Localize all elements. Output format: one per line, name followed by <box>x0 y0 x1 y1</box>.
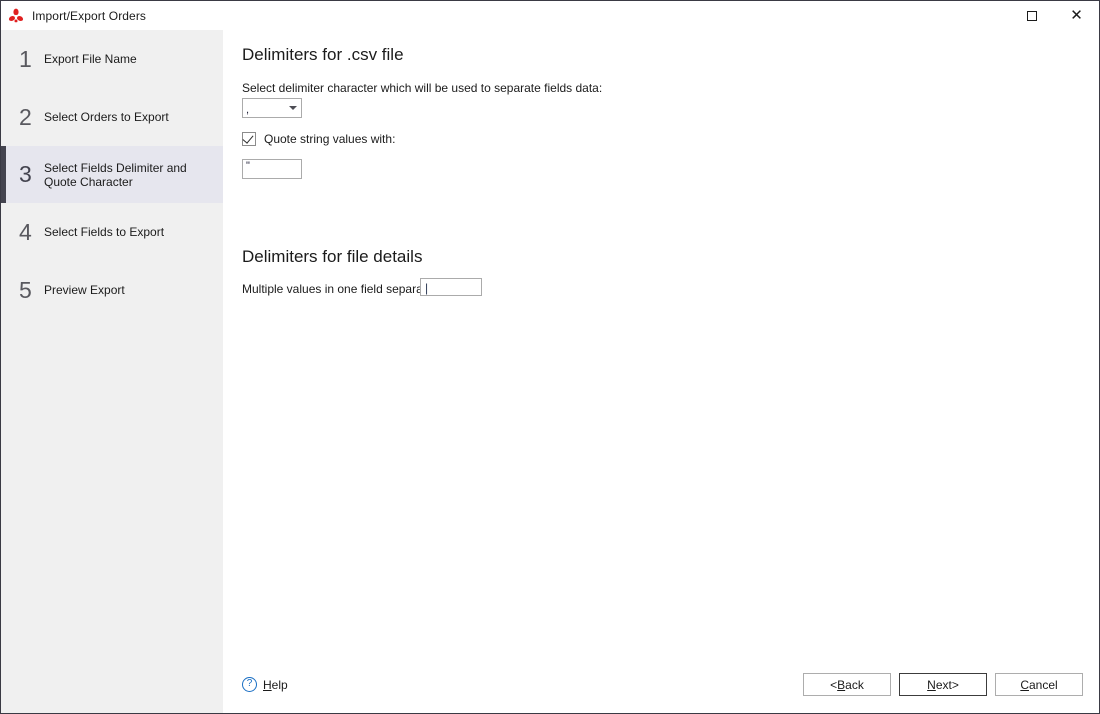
chevron-down-icon <box>285 99 301 117</box>
csv-section-heading: Delimiters for .csv file <box>242 45 404 64</box>
sidebar-item-preview-export[interactable]: 5 Preview Export <box>1 261 223 319</box>
sidebar-item-select-fields-delimiter-and-quote-character[interactable]: 3 Select Fields Delimiter and Quote Char… <box>1 146 223 203</box>
step-label: Select Fields to Export <box>44 225 165 239</box>
back-button-prefix: < <box>830 677 838 692</box>
cancel-button-rest: ancel <box>1028 677 1058 692</box>
next-button[interactable]: Next > <box>899 673 987 696</box>
step-label: Preview Export <box>44 283 125 297</box>
file-details-section-heading: Delimiters for file details <box>242 247 423 266</box>
next-accel-letter: N <box>927 677 936 692</box>
wizard-button-row: < Back Next > Cancel <box>795 673 1083 696</box>
back-accel-letter: B <box>837 677 846 692</box>
help-accel-letter: H <box>263 677 272 692</box>
step-number: 4 <box>19 218 32 245</box>
title-bar: Import/Export Orders ✕ <box>1 1 1099 30</box>
sidebar-item-select-fields-to-export[interactable]: 4 Select Fields to Export <box>1 203 223 261</box>
back-button-rest: ack <box>845 677 864 692</box>
step-number: 5 <box>19 276 32 303</box>
app-propeller-icon <box>8 8 24 24</box>
checkmark-icon <box>242 132 254 144</box>
quote-string-values-label: Quote string values with: <box>264 132 396 146</box>
multivalue-separator-value: | <box>425 281 429 295</box>
cancel-button[interactable]: Cancel <box>995 673 1083 696</box>
back-button[interactable]: < Back <box>803 673 891 696</box>
help-label: Help <box>263 678 288 692</box>
next-button-suffix: > <box>951 677 959 692</box>
quote-character-value: " <box>246 160 250 172</box>
delimiter-select[interactable]: , <box>242 98 302 118</box>
step-number: 2 <box>19 103 32 130</box>
next-button-rest: ext <box>935 677 952 692</box>
help-link[interactable]: ? Help <box>242 676 288 693</box>
quote-string-values-checkbox-row[interactable]: Quote string values with: <box>242 132 395 146</box>
multivalue-separator-input[interactable]: | <box>420 278 482 296</box>
window-title: Import/Export Orders <box>32 8 147 23</box>
multivalue-separator-label: Multiple values in one field separator <box>242 282 437 296</box>
step-label: Select Fields Delimiter and Quote Charac… <box>44 160 187 189</box>
help-label-rest: elp <box>271 677 288 692</box>
quote-string-values-checkbox[interactable] <box>242 132 256 146</box>
step-number: 1 <box>19 45 32 72</box>
sidebar-item-select-orders-to-export[interactable]: 2 Select Orders to Export <box>1 88 223 146</box>
step-number: 3 <box>19 161 32 187</box>
delimiter-select-value: , <box>246 104 250 116</box>
import-export-orders-window: Import/Export Orders ✕ 1 Export File Nam… <box>0 0 1100 714</box>
quote-character-input[interactable]: " <box>242 159 302 179</box>
close-icon[interactable]: ✕ <box>1054 1 1099 30</box>
main-content: Delimiters for .csv file Select delimite… <box>223 30 1099 713</box>
step-label: Select Orders to Export <box>44 110 169 124</box>
step-label: Export File Name <box>44 52 137 66</box>
sidebar-item-export-file-name[interactable]: 1 Export File Name <box>1 30 223 88</box>
wizard-steps-sidebar: 1 Export File Name 2 Select Orders to Ex… <box>1 30 223 713</box>
question-mark-icon: ? <box>242 677 257 692</box>
maximize-icon[interactable] <box>1009 1 1054 30</box>
delimiter-label: Select delimiter character which will be… <box>242 81 603 95</box>
cancel-accel-letter: C <box>1020 677 1029 692</box>
